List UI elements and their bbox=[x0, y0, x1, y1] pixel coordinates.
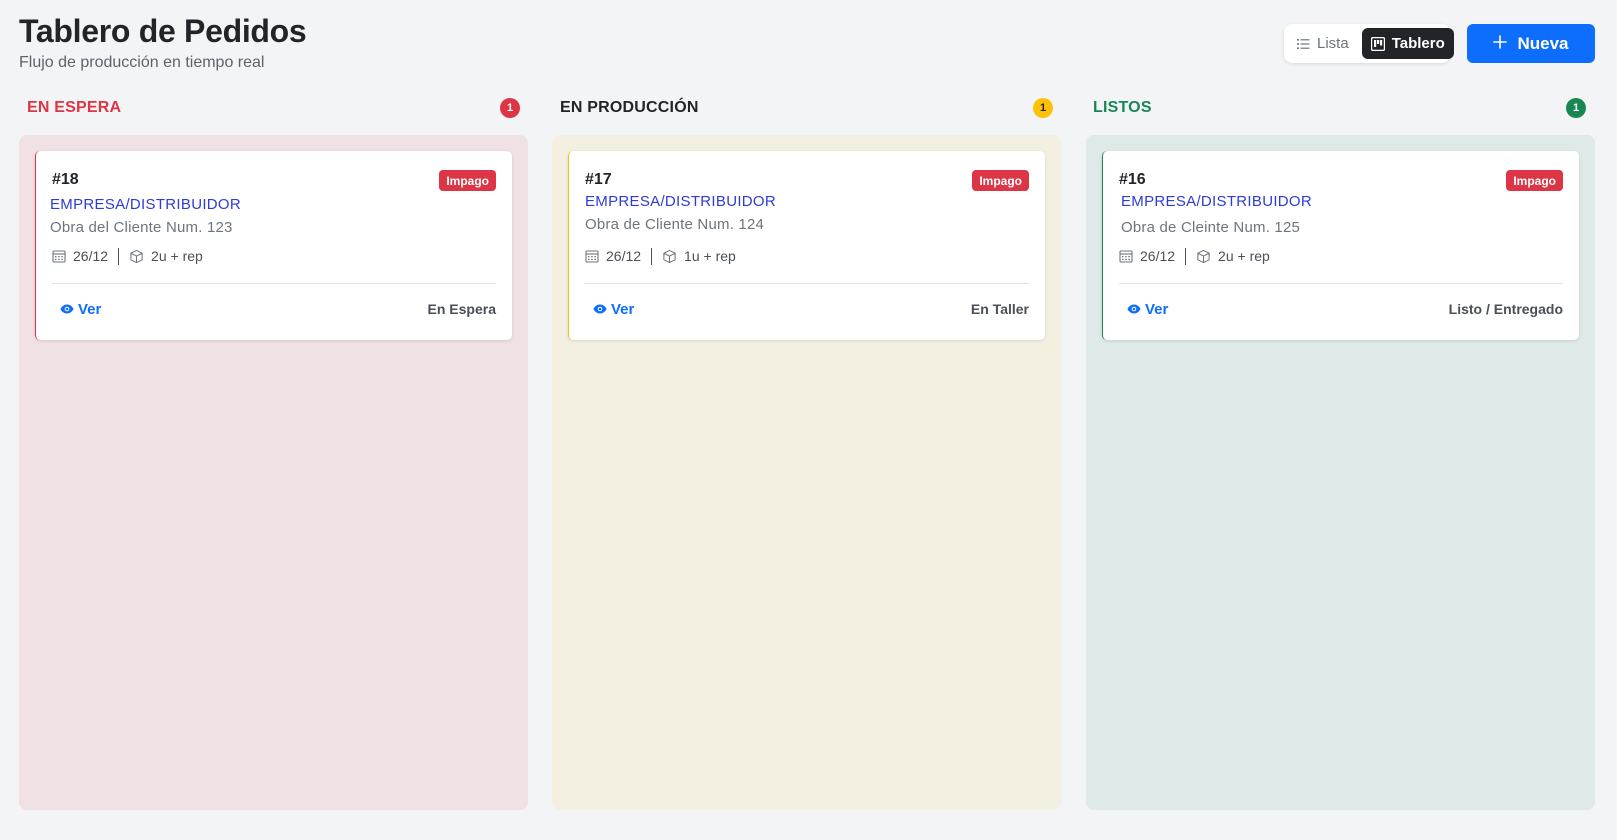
order-units: 1u + rep bbox=[684, 248, 736, 264]
card-divider bbox=[1119, 283, 1563, 284]
order-card[interactable]: #18 Impago EMPRESA/DISTRIBUIDOR Obra del… bbox=[35, 151, 512, 340]
client-type: EMPRESA/DISTRIBUIDOR bbox=[50, 196, 242, 213]
column-header-waiting: EN ESPERA 1 bbox=[27, 96, 520, 120]
list-view-button[interactable]: Lista bbox=[1288, 28, 1358, 59]
count-badge: 1 bbox=[500, 98, 520, 118]
count-badge: 1 bbox=[1566, 98, 1586, 118]
column-title: LISTOS bbox=[1093, 99, 1152, 116]
payment-status-badge: Impago bbox=[972, 170, 1029, 191]
view-order-link[interactable]: Ver bbox=[60, 301, 101, 318]
meta-separator bbox=[651, 247, 653, 265]
box-icon bbox=[1196, 249, 1211, 264]
count-badge: 1 bbox=[1033, 98, 1053, 118]
view-toggle: Lista Tablero bbox=[1284, 24, 1454, 63]
card-meta: 26/12 2u + rep bbox=[1119, 247, 1270, 265]
client-work: Obra de Cliente Num. 124 bbox=[585, 216, 765, 233]
card-meta: 26/12 1u + rep bbox=[585, 247, 736, 265]
column-title: EN PRODUCCIÓN bbox=[560, 99, 699, 116]
client-work: Obra del Cliente Num. 123 bbox=[50, 219, 233, 236]
stage-label: Listo / Entregado bbox=[1448, 301, 1563, 317]
list-view-label: Lista bbox=[1317, 35, 1349, 52]
plus-icon bbox=[1493, 34, 1508, 54]
order-units: 2u + rep bbox=[1218, 248, 1270, 264]
view-order-label: Ver bbox=[611, 301, 635, 318]
meta-separator bbox=[118, 247, 120, 265]
payment-status-badge: Impago bbox=[439, 170, 496, 191]
new-order-label: Nueva bbox=[1517, 33, 1569, 53]
order-card[interactable]: #17 Impago EMPRESA/DISTRIBUIDOR Obra de … bbox=[568, 151, 1045, 340]
column-waiting: #18 Impago EMPRESA/DISTRIBUIDOR Obra del… bbox=[19, 135, 528, 810]
stage-label: En Taller bbox=[970, 301, 1029, 317]
payment-status-badge: Impago bbox=[1506, 170, 1563, 191]
order-date: 26/12 bbox=[73, 248, 109, 264]
client-work: Obra de Cleinte Num. 125 bbox=[1121, 219, 1301, 236]
order-id: #18 bbox=[52, 171, 79, 188]
view-order-label: Ver bbox=[78, 301, 102, 318]
client-type: EMPRESA/DISTRIBUIDOR bbox=[1121, 193, 1313, 210]
order-id: #16 bbox=[1119, 171, 1146, 188]
eye-icon bbox=[1127, 301, 1141, 318]
page-subtitle: Flujo de producción en tiempo real bbox=[19, 54, 265, 71]
calendar-icon bbox=[585, 249, 599, 263]
card-divider bbox=[52, 283, 496, 284]
box-icon bbox=[662, 249, 677, 264]
stage-label: En Espera bbox=[427, 301, 496, 317]
page-header: Tablero de Pedidos Flujo de producción e… bbox=[19, 12, 307, 72]
box-icon bbox=[129, 249, 144, 264]
order-id: #17 bbox=[585, 171, 612, 188]
view-order-link[interactable]: Ver bbox=[1127, 301, 1168, 318]
meta-separator bbox=[1185, 247, 1187, 265]
eye-icon bbox=[60, 301, 74, 318]
list-icon bbox=[1297, 38, 1310, 50]
order-units: 2u + rep bbox=[151, 248, 203, 264]
column-header-ready: LISTOS 1 bbox=[1093, 96, 1586, 120]
order-date: 26/12 bbox=[1140, 248, 1176, 264]
client-type: EMPRESA/DISTRIBUIDOR bbox=[585, 193, 777, 210]
order-date: 26/12 bbox=[606, 248, 642, 264]
kanban-icon bbox=[1370, 36, 1385, 51]
order-card[interactable]: #16 Impago EMPRESA/DISTRIBUIDOR Obra de … bbox=[1102, 151, 1579, 340]
card-divider bbox=[585, 283, 1029, 284]
board-view-button[interactable]: Tablero bbox=[1361, 28, 1454, 59]
column-production: #17 Impago EMPRESA/DISTRIBUIDOR Obra de … bbox=[552, 135, 1061, 810]
column-header-production: EN PRODUCCIÓN 1 bbox=[560, 96, 1053, 120]
eye-icon bbox=[593, 301, 607, 318]
calendar-icon bbox=[52, 249, 66, 263]
board-view-label: Tablero bbox=[1391, 35, 1445, 52]
new-order-button[interactable]: Nueva bbox=[1467, 24, 1595, 63]
view-order-label: Ver bbox=[1145, 301, 1169, 318]
column-title: EN ESPERA bbox=[27, 99, 122, 116]
page-title: Tablero de Pedidos bbox=[19, 13, 307, 49]
column-ready: #16 Impago EMPRESA/DISTRIBUIDOR Obra de … bbox=[1086, 135, 1595, 810]
view-order-link[interactable]: Ver bbox=[593, 301, 634, 318]
card-meta: 26/12 2u + rep bbox=[52, 247, 203, 265]
calendar-icon bbox=[1119, 249, 1133, 263]
